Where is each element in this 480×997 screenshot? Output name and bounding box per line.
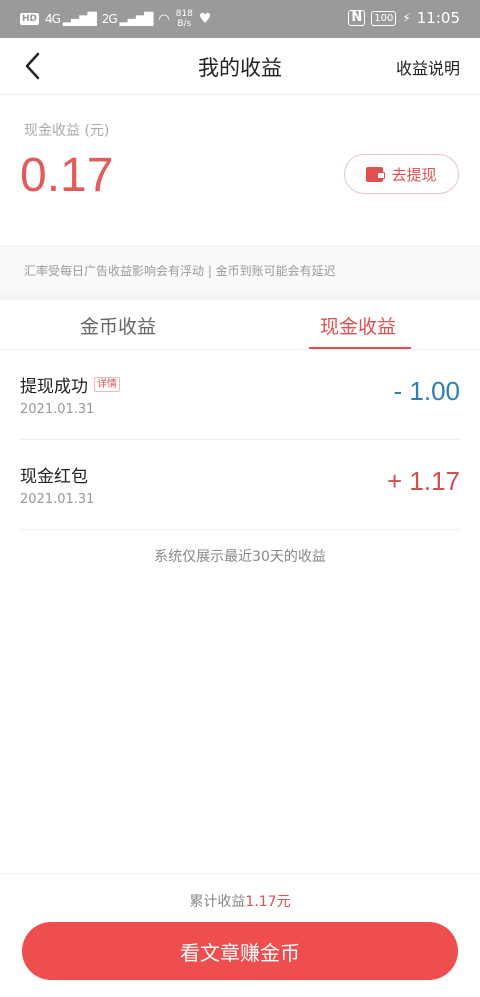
wallet-icon bbox=[366, 166, 386, 182]
list-item[interactable]: 提现成功 详情 2021.01.31 - 1.00 bbox=[20, 350, 460, 440]
battery-icon: 100 bbox=[371, 10, 397, 26]
withdraw-label: 去提现 bbox=[391, 165, 437, 184]
total-label: 累计收益 bbox=[189, 894, 246, 910]
net-speed: 818 B/s bbox=[175, 9, 193, 29]
record-amount: + 1.17 bbox=[386, 466, 460, 496]
earnings-explanation-link[interactable]: 收益说明 bbox=[396, 55, 460, 79]
cash-summary: 现金收益 (元) 0.17 去提现 bbox=[0, 96, 480, 246]
record-amount: - 1.00 bbox=[393, 376, 461, 406]
bottom-bar: 累计收益1.17元 看文章赚金币 bbox=[0, 873, 480, 997]
status-bar: HD 4G ▂▄▆█ 2G ▂▄▆█ ◠ 818 B/s ♥ N 100 ⚡ 11… bbox=[0, 0, 480, 38]
detail-tag[interactable]: 详情 bbox=[94, 377, 120, 392]
earnings-tabs: 金币收益 现金收益 bbox=[0, 300, 480, 350]
status-right: N 100 ⚡ 11:05 bbox=[348, 9, 460, 27]
notice-text: 汇率受每日广告收益影响会有浮动 | 金币到账可能会有延迟 bbox=[24, 264, 336, 278]
tab-coin-earnings[interactable]: 金币收益 bbox=[80, 312, 156, 339]
record-title: 现金红包 bbox=[20, 467, 88, 487]
record-date: 2021.01.31 bbox=[20, 402, 95, 417]
nav-bar: 我的收益 收益说明 bbox=[0, 38, 480, 95]
cash-label: 现金收益 (元) bbox=[24, 123, 110, 139]
wifi-icon: ◠ bbox=[158, 11, 170, 27]
hd-icon: HD bbox=[20, 13, 40, 25]
signal-icon-4g: 4G ▂▄▆█ bbox=[45, 12, 97, 26]
withdraw-button[interactable]: 去提现 bbox=[344, 154, 459, 194]
read-articles-button[interactable]: 看文章赚金币 bbox=[22, 922, 458, 980]
status-time: 11:05 bbox=[416, 9, 460, 27]
status-left: HD 4G ▂▄▆█ 2G ▂▄▆█ ◠ 818 B/s ♥ bbox=[20, 9, 211, 29]
list-item[interactable]: 现金红包 2021.01.31 + 1.17 bbox=[20, 440, 460, 530]
nfc-icon: N bbox=[348, 10, 366, 26]
total-value: 1.17元 bbox=[245, 894, 291, 910]
charging-icon: ⚡ bbox=[402, 11, 411, 25]
signal-icon-2g: 2G ▂▄▆█ bbox=[101, 12, 154, 26]
notice-bar: 汇率受每日广告收益影响会有浮动 | 金币到账可能会有延迟 bbox=[0, 246, 480, 292]
cash-value: 0.17 bbox=[20, 149, 114, 202]
total-earnings: 累计收益1.17元 bbox=[0, 891, 480, 911]
active-tab-indicator bbox=[309, 347, 411, 349]
history-note: 系统仅展示最近30天的收益 bbox=[154, 549, 326, 565]
record-title: 提现成功 bbox=[20, 377, 88, 397]
section-divider bbox=[0, 292, 480, 300]
heart-rate-icon: ♥ bbox=[198, 11, 212, 27]
tab-cash-earnings[interactable]: 现金收益 bbox=[320, 312, 396, 339]
record-date: 2021.01.31 bbox=[20, 492, 95, 507]
